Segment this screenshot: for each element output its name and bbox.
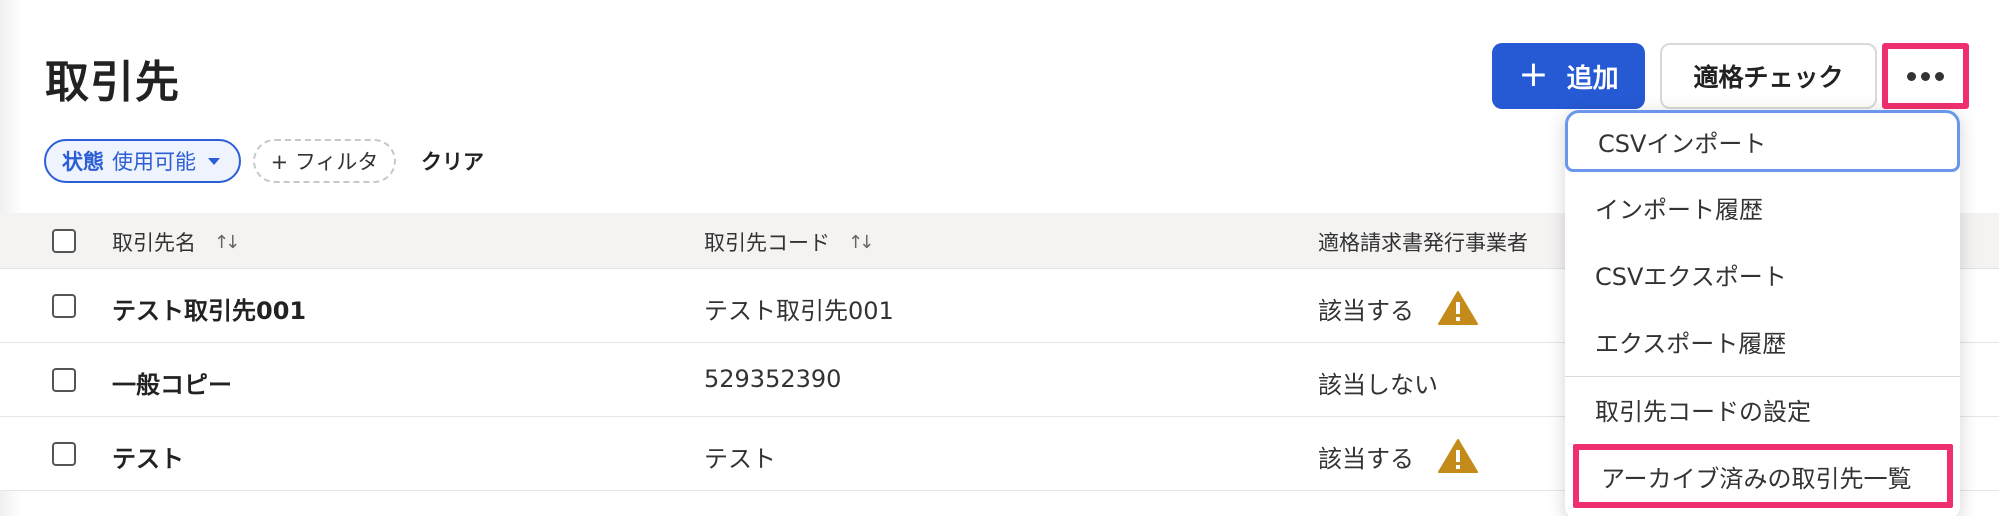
sort-icon[interactable]: ↑↓ [848, 232, 874, 253]
qualified-status: 該当する [1318, 445, 1414, 473]
add-filter-label: + フィルタ [270, 150, 379, 174]
column-header-code[interactable]: 取引先コード ↑↓ [704, 227, 874, 257]
status-filter-key: 状態 [62, 150, 104, 174]
menu-item-csv-import[interactable]: CSVインポート [1565, 110, 1960, 172]
more-icon-dot [1921, 71, 1930, 81]
caret-down-icon [208, 157, 220, 165]
status-filter-chip[interactable]: 状態 使用可能 [44, 139, 241, 183]
warning-icon [1437, 291, 1478, 325]
status-filter-value: 使用可能 [112, 150, 196, 174]
column-header-name[interactable]: 取引先名 ↑↓ [112, 227, 240, 257]
column-header-code-label: 取引先コード [704, 231, 830, 255]
menu-item-archived-partners[interactable]: アーカイブ済みの取引先一覧 [1573, 444, 1953, 508]
column-header-qualified: 適格請求書発行事業者 [1318, 231, 1528, 255]
partner-code: テスト取引先001 [704, 297, 894, 325]
warning-icon [1437, 439, 1478, 473]
menu-item-csv-export[interactable]: CSVエクスポート [1565, 243, 1960, 305]
partner-name[interactable]: テスト取引先001 [112, 291, 306, 326]
menu-item-export-history[interactable]: エクスポート履歴 [1565, 310, 1960, 372]
menu-item-import-history[interactable]: インポート履歴 [1565, 176, 1960, 238]
add-button-label: 追加 [1566, 63, 1619, 94]
clear-filters-link[interactable]: クリア [421, 146, 484, 176]
qualified-cell: 該当する [1318, 439, 1478, 474]
page: 取引先 + 追加 適格チェック 状態 使用可能 + フィルタ クリア 取引先名 ↑… [0, 0, 1999, 516]
qualified-cell: 該当する [1318, 291, 1478, 326]
qualification-check-label: 適格チェック [1693, 63, 1844, 92]
more-options-menu: CSVインポート インポート履歴 CSVエクスポート エクスポート履歴 取引先コ… [1565, 110, 1960, 516]
select-all-checkbox[interactable] [52, 229, 76, 253]
plus-icon: + [1518, 53, 1549, 95]
more-icon-dot [1935, 71, 1944, 81]
sort-icon[interactable]: ↑↓ [214, 232, 240, 253]
add-filter-chip[interactable]: + フィルタ [253, 139, 396, 183]
more-options-button[interactable] [1882, 43, 1969, 109]
partner-code: 529352390 [704, 365, 842, 393]
qualified-status: 該当しない [1318, 371, 1438, 399]
row-checkbox[interactable] [52, 294, 76, 318]
partner-code: テスト [704, 445, 776, 473]
partner-name[interactable]: 一般コピー [112, 365, 232, 400]
menu-item-code-settings[interactable]: 取引先コードの設定 [1565, 378, 1960, 440]
column-header-name-label: 取引先名 [112, 231, 196, 255]
page-title: 取引先 [45, 57, 180, 108]
more-icon-dot [1907, 71, 1916, 81]
qualification-check-button[interactable]: 適格チェック [1660, 43, 1877, 109]
row-checkbox[interactable] [52, 442, 76, 466]
qualified-status: 該当する [1318, 297, 1414, 325]
menu-divider [1565, 376, 1960, 377]
add-button[interactable]: + 追加 [1492, 43, 1645, 109]
row-checkbox[interactable] [52, 368, 76, 392]
partner-name[interactable]: テスト [112, 439, 184, 474]
